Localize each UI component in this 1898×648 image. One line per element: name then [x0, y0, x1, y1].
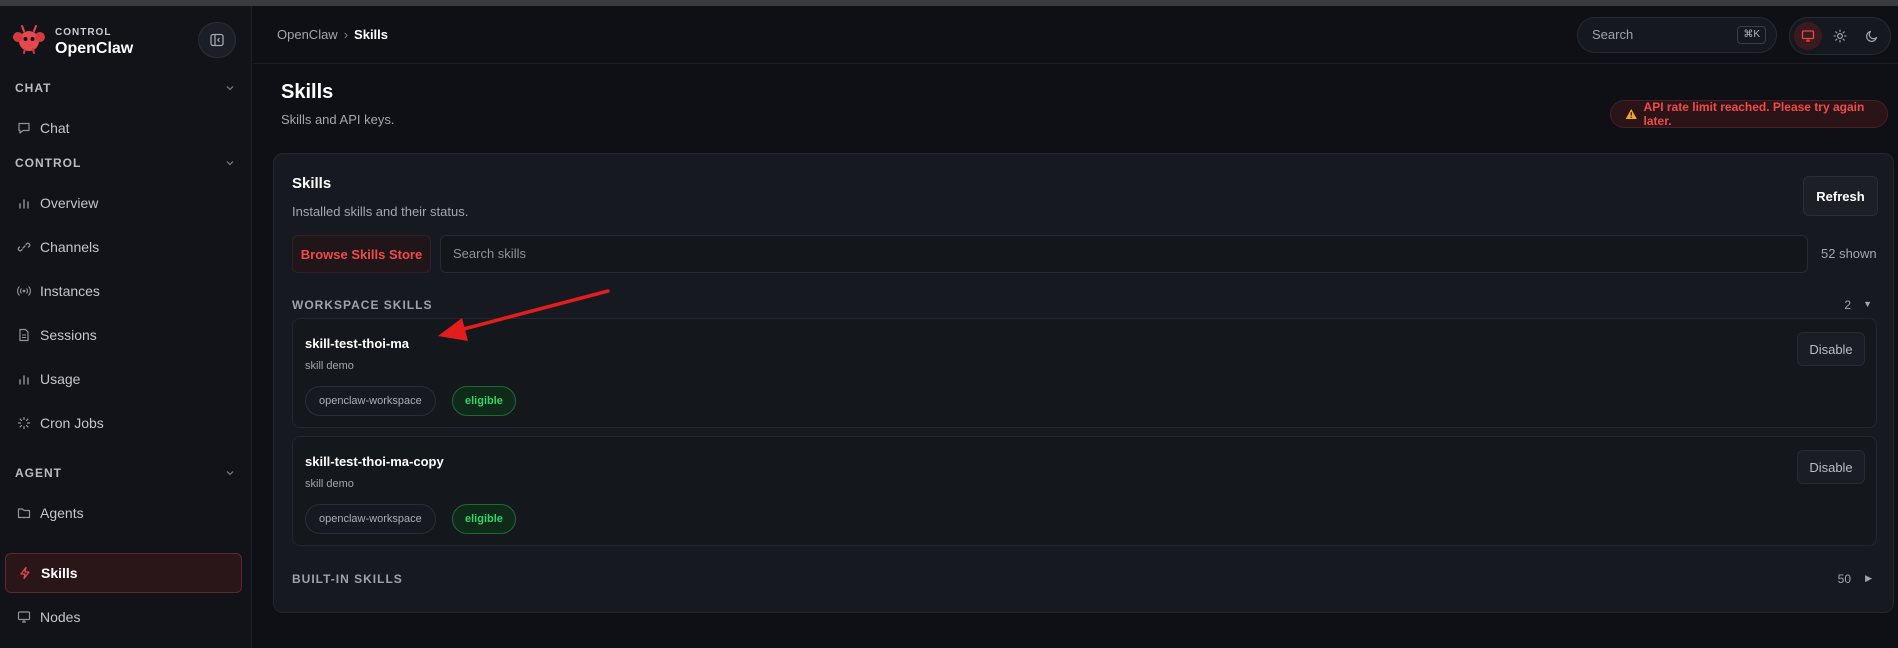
sidebar-item-label: Agents: [40, 505, 84, 521]
browse-skills-store-button[interactable]: Browse Skills Store: [292, 235, 431, 273]
card-subtitle: Installed skills and their status.: [292, 204, 469, 219]
breadcrumb-current: Skills: [354, 27, 389, 42]
group-header-builtin[interactable]: BUILT-IN SKILLS 50 ▶: [292, 572, 1877, 592]
sidebar-item-label: Overview: [40, 195, 99, 211]
skills-card: Skills Installed skills and their status…: [273, 153, 1894, 613]
theme-dark-button[interactable]: [1858, 22, 1886, 50]
skill-row: skill-test-thoi-ma-copy skill demo openc…: [292, 436, 1877, 546]
section-label: AGENT: [15, 466, 62, 480]
group-count: 2: [1844, 298, 1851, 312]
search-placeholder: Search: [1592, 27, 1634, 42]
folder-icon: [15, 504, 33, 522]
page-title: Skills: [281, 81, 334, 103]
sidebar-item-label: Nodes: [40, 609, 81, 625]
caret-right-icon: ▶: [1865, 573, 1873, 583]
section-label: CONTROL: [15, 156, 82, 170]
sidebar-collapse-button[interactable]: [198, 22, 236, 58]
top-header: OpenClaw › Skills Search ⌘K: [253, 6, 1898, 64]
brand-subtitle: CONTROL: [55, 27, 112, 38]
sidebar-item-channels[interactable]: Channels: [5, 227, 242, 267]
broadcast-icon: [15, 282, 33, 300]
chat-icon: [15, 119, 33, 137]
sidebar: CONTROL OpenClaw CHAT Chat CONTROL Overv…: [0, 6, 252, 648]
monitor-icon: [15, 608, 33, 626]
link-icon: [15, 238, 33, 256]
brand-name: OpenClaw: [55, 40, 134, 57]
search-skills-input[interactable]: Search skills: [440, 235, 1808, 273]
sidebar-item-label: Skills: [41, 565, 78, 581]
breadcrumb-root[interactable]: OpenClaw: [277, 27, 338, 42]
search-shortcut-badge: ⌘K: [1737, 26, 1766, 44]
breadcrumb: OpenClaw › Skills: [277, 27, 388, 42]
skill-status-badge: eligible: [452, 504, 516, 534]
sidebar-item-usage[interactable]: Usage: [5, 359, 242, 399]
warning-icon: [1625, 108, 1637, 120]
sidebar-item-label: Sessions: [40, 327, 97, 343]
openclaw-logo-icon: [13, 25, 45, 54]
sun-icon: [1833, 29, 1847, 43]
sidebar-item-sessions[interactable]: Sessions: [5, 315, 242, 355]
sidebar-item-agents[interactable]: Agents: [5, 493, 242, 533]
breadcrumb-separator: ›: [343, 27, 349, 42]
sidebar-item-label: Channels: [40, 239, 100, 255]
skill-description: skill demo: [305, 360, 354, 372]
skill-name: skill-test-thoi-ma: [305, 336, 410, 351]
moon-icon: [1866, 30, 1878, 42]
annotation-arrow-icon: [438, 289, 610, 341]
theme-light-button[interactable]: [1826, 22, 1854, 50]
monitor-icon: [1801, 30, 1815, 42]
sidebar-item-instances[interactable]: Instances: [5, 271, 242, 311]
group-label: WORKSPACE SKILLS: [292, 298, 433, 312]
sidebar-item-nodes[interactable]: Nodes: [5, 597, 242, 637]
group-label: BUILT-IN SKILLS: [292, 572, 403, 586]
alert-text: API rate limit reached. Please try again…: [1643, 100, 1865, 128]
chevron-down-icon: [226, 161, 234, 166]
disable-button[interactable]: Disable: [1797, 332, 1865, 366]
loader-icon: [15, 414, 33, 432]
skill-name: skill-test-thoi-ma-copy: [305, 454, 444, 469]
section-label: CHAT: [15, 81, 52, 95]
section-header-chat[interactable]: CHAT: [15, 81, 235, 101]
global-search-input[interactable]: Search ⌘K: [1577, 17, 1777, 53]
bar-chart-icon: [15, 370, 33, 388]
sidebar-item-skills[interactable]: Skills: [5, 553, 242, 593]
sidebar-item-label: Instances: [40, 283, 100, 299]
skill-status-badge: eligible: [452, 386, 516, 416]
page-subtitle: Skills and API keys.: [281, 112, 395, 127]
caret-down-icon: ▼: [1863, 299, 1873, 309]
group-count: 50: [1837, 572, 1851, 586]
shown-count: 52 shown: [1821, 246, 1877, 261]
document-icon: [15, 326, 33, 344]
sidebar-toggle-icon: [210, 33, 224, 47]
skill-source-chip: openclaw-workspace: [305, 386, 436, 416]
bar-chart-icon: [15, 194, 33, 212]
skill-source-chip: openclaw-workspace: [305, 504, 436, 534]
refresh-button[interactable]: Refresh: [1803, 176, 1878, 216]
card-title: Skills: [292, 175, 332, 192]
sidebar-item-label: Usage: [40, 371, 81, 387]
theme-switcher: [1789, 17, 1891, 55]
sidebar-item-label: Cron Jobs: [40, 415, 104, 431]
theme-system-button[interactable]: [1794, 22, 1822, 50]
sidebar-item-overview[interactable]: Overview: [5, 183, 242, 223]
chevron-down-icon: [226, 86, 234, 91]
disable-button[interactable]: Disable: [1797, 450, 1865, 484]
section-header-control[interactable]: CONTROL: [15, 156, 235, 176]
chevron-down-icon: [226, 471, 234, 476]
lightning-icon: [16, 564, 34, 582]
skill-description: skill demo: [305, 478, 354, 490]
rate-limit-alert: API rate limit reached. Please try again…: [1610, 100, 1888, 128]
section-header-agent[interactable]: AGENT: [15, 466, 235, 486]
sidebar-item-cron-jobs[interactable]: Cron Jobs: [5, 403, 242, 443]
sidebar-item-label: Chat: [40, 120, 70, 136]
sidebar-item-chat[interactable]: Chat: [5, 108, 242, 148]
